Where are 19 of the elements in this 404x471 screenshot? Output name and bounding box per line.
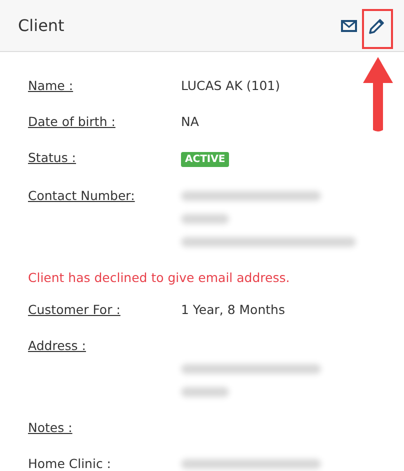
field-label: Notes : bbox=[28, 420, 72, 435]
field-value: NA bbox=[181, 114, 199, 129]
highlight-frame bbox=[362, 9, 393, 49]
field-label: Status : bbox=[28, 150, 76, 165]
redacted-text bbox=[181, 386, 229, 396]
field-value: LUCAS AK (101) bbox=[181, 78, 280, 93]
field-label: Name : bbox=[28, 78, 74, 93]
mail-icon[interactable] bbox=[341, 20, 357, 32]
status-badge: ACTIVE bbox=[181, 152, 230, 167]
field-label: Date of birth : bbox=[28, 114, 116, 129]
field-label: Home Clinic : bbox=[28, 456, 112, 471]
pencil-icon[interactable] bbox=[369, 18, 385, 34]
notice-text: Client has declined to give email address. bbox=[28, 269, 291, 287]
field-value: 1 Year, 8 Months bbox=[181, 302, 285, 317]
field-label: Customer For : bbox=[28, 302, 120, 317]
field-label: Contact Number: bbox=[28, 188, 135, 203]
panel-title: Client bbox=[18, 16, 64, 35]
redacted-text bbox=[181, 214, 229, 224]
field-label: Address : bbox=[28, 338, 86, 353]
